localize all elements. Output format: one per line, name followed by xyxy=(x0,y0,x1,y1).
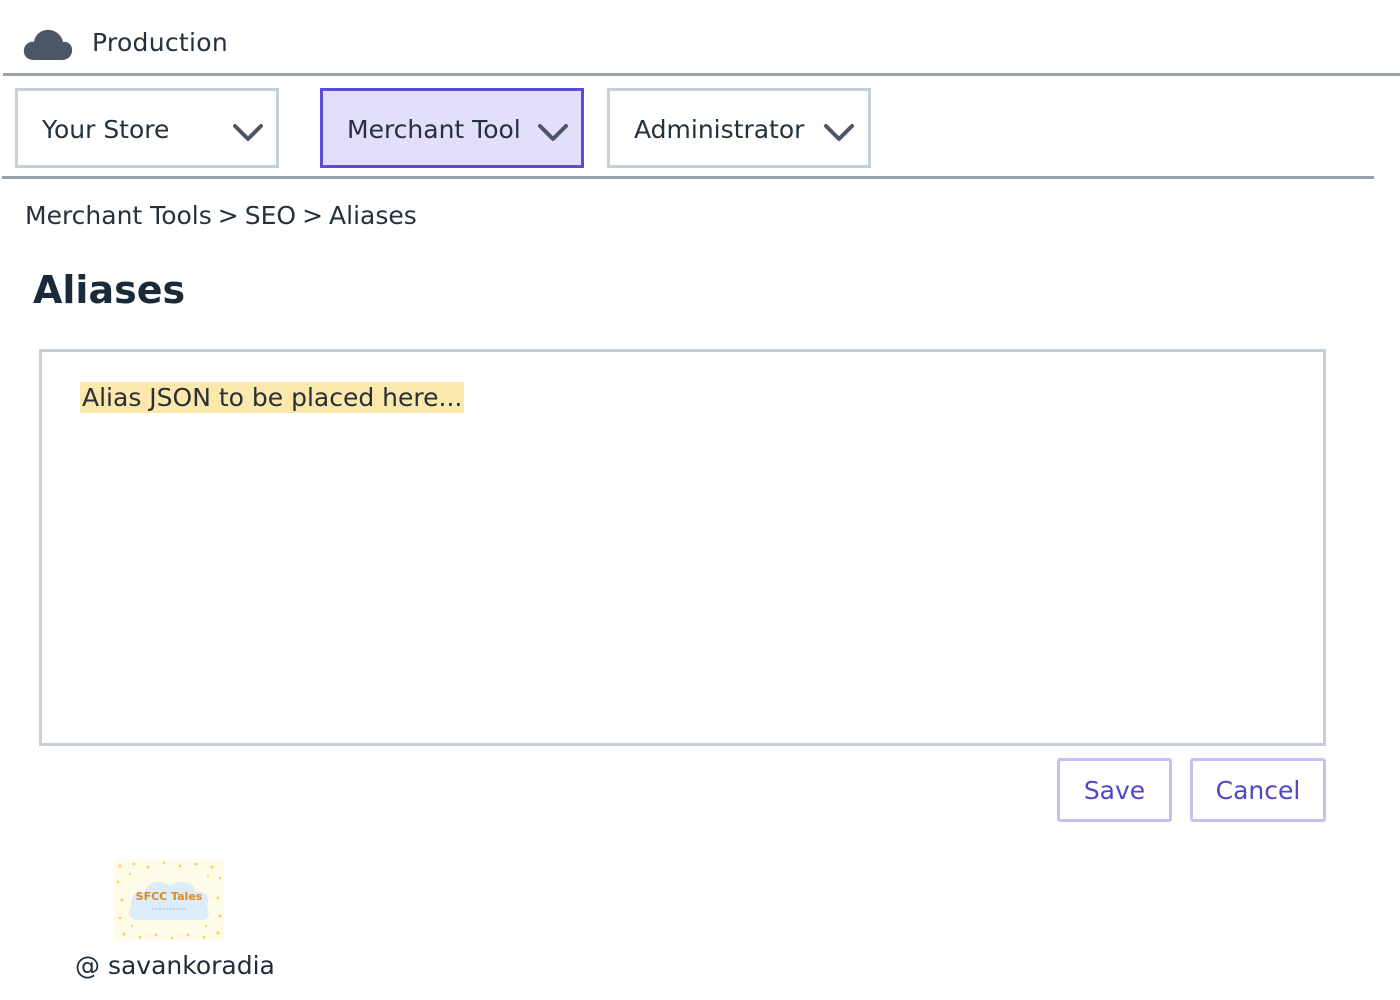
logo-text: SFCC Tales xyxy=(136,890,203,903)
breadcrumb: Merchant Tools > SEO > Aliases xyxy=(25,201,417,230)
breadcrumb-item-merchant-tools[interactable]: Merchant Tools xyxy=(25,201,212,230)
nav-dropdown-label: Merchant Tool xyxy=(347,115,521,144)
nav-divider xyxy=(2,176,1374,179)
header-divider xyxy=(3,73,1400,76)
sfcc-tales-logo: SFCC Tales xyxy=(114,860,224,940)
author-handle: @ savankoradia xyxy=(75,951,275,980)
breadcrumb-item-seo[interactable]: SEO xyxy=(245,201,296,230)
chevron-down-icon xyxy=(233,124,263,141)
breadcrumb-separator: > xyxy=(217,201,239,230)
cloud-icon xyxy=(23,29,73,60)
nav-dropdown-label: Your Store xyxy=(42,115,170,144)
nav-dropdown-label: Administrator xyxy=(634,115,805,144)
chevron-down-icon xyxy=(538,124,568,141)
page: Production Your Store Merchant Tool Admi… xyxy=(0,0,1400,1000)
nav-dropdown-your-store[interactable]: Your Store xyxy=(15,88,279,168)
page-title: Aliases xyxy=(33,268,186,312)
breadcrumb-separator: > xyxy=(302,201,324,230)
breadcrumb-item-aliases: Aliases xyxy=(329,201,417,230)
alias-json-editor[interactable]: Alias JSON to be placed here... xyxy=(39,349,1326,746)
cancel-button[interactable]: Cancel xyxy=(1190,758,1326,822)
top-bar: Production xyxy=(0,0,1400,76)
save-button[interactable]: Save xyxy=(1057,758,1172,822)
nav-dropdown-merchant-tool[interactable]: Merchant Tool xyxy=(320,88,584,168)
environment-label: Production xyxy=(92,28,229,57)
nav-dropdown-administrator[interactable]: Administrator xyxy=(607,88,871,168)
chevron-down-icon xyxy=(824,124,854,141)
editor-placeholder: Alias JSON to be placed here... xyxy=(80,382,465,413)
